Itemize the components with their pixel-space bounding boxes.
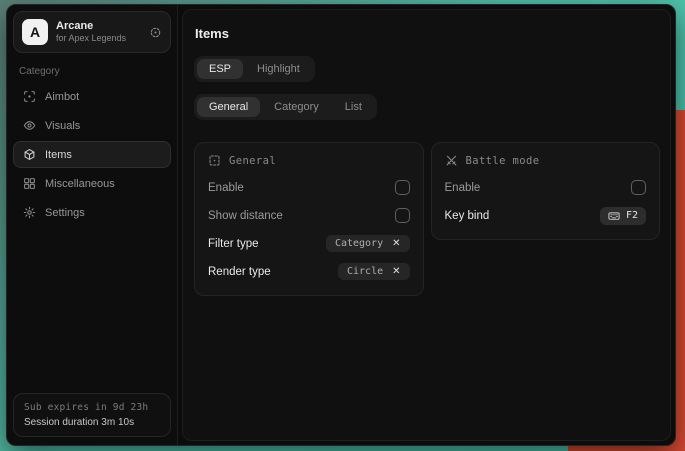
- setting-label: Enable: [445, 182, 481, 194]
- checkbox-enable[interactable]: [631, 180, 646, 195]
- sidebar-menu: Aimbot Visuals Items Miscellaneous Setti…: [13, 83, 171, 226]
- sub-expires-text: Sub expires in 9d 23h: [24, 402, 160, 413]
- brand-name: Arcane: [56, 20, 126, 33]
- mode-tabs: ESPHighlight: [194, 56, 315, 82]
- select-render-type[interactable]: Circle ✕: [338, 263, 410, 280]
- checkbox-show-distance[interactable]: [395, 208, 410, 223]
- x-icon[interactable]: ✕: [392, 239, 400, 249]
- keybind-button[interactable]: F2: [600, 207, 646, 225]
- sidebar-item-label: Settings: [45, 207, 85, 219]
- setting-label: Key bind: [445, 210, 490, 222]
- brand-subtitle: for Apex Legends: [56, 33, 126, 45]
- setting-row-show-distance: Show distance: [208, 203, 410, 228]
- panel-header: Battle mode: [445, 154, 647, 167]
- panel-battle-mode: Battle mode Enable Key bind F2: [431, 142, 661, 240]
- select-value: Category: [335, 238, 383, 249]
- brand-card: A Arcane for Apex Legends: [13, 11, 171, 53]
- sidebar-spacer: [13, 226, 171, 393]
- sidebar: A Arcane for Apex Legends Category Aimbo…: [7, 5, 178, 445]
- sidebar-item-label: Items: [45, 149, 72, 161]
- desktop-background: A Arcane for Apex Legends Category Aimbo…: [0, 0, 685, 451]
- tab-highlight[interactable]: Highlight: [245, 59, 312, 79]
- tab-list[interactable]: List: [333, 97, 374, 117]
- select-filter-type[interactable]: Category ✕: [326, 235, 410, 252]
- swords-icon: [445, 154, 458, 167]
- settings-panels: General Enable Show distance Filter type…: [194, 142, 660, 296]
- panel-title: Battle mode: [466, 155, 540, 167]
- panel-general: General Enable Show distance Filter type…: [194, 142, 424, 296]
- app-window: A Arcane for Apex Legends Category Aimbo…: [6, 4, 676, 446]
- crosshair-icon: [23, 90, 36, 103]
- setting-row-filter-type: Filter type Category ✕: [208, 231, 410, 256]
- sidebar-item-items[interactable]: Items: [13, 141, 171, 168]
- brand-text: Arcane for Apex Legends: [56, 20, 126, 45]
- setting-row-key-bind: Key bind F2: [445, 203, 647, 228]
- tab-esp[interactable]: ESP: [197, 59, 243, 79]
- box-icon: [23, 148, 36, 161]
- eye-icon: [23, 119, 36, 132]
- main-panel: Items ESPHighlight GeneralCategoryList G…: [182, 9, 671, 441]
- session-info-card: Sub expires in 9d 23h Session duration 3…: [13, 393, 171, 437]
- keybind-value: F2: [626, 210, 638, 221]
- panel-title: General: [229, 155, 276, 167]
- sidebar-item-label: Visuals: [45, 120, 80, 132]
- section-tabs: GeneralCategoryList: [194, 94, 377, 120]
- sidebar-item-visuals[interactable]: Visuals: [13, 112, 171, 139]
- page-title: Items: [195, 26, 660, 41]
- setting-row-enable: Enable: [208, 175, 410, 200]
- sidebar-item-aimbot[interactable]: Aimbot: [13, 83, 171, 110]
- panel-header: General: [208, 154, 410, 167]
- setting-row-enable: Enable: [445, 175, 647, 200]
- sidebar-item-label: Aimbot: [45, 91, 79, 103]
- scope-icon[interactable]: [149, 26, 162, 39]
- x-icon[interactable]: ✕: [392, 267, 400, 277]
- sidebar-item-miscellaneous[interactable]: Miscellaneous: [13, 170, 171, 197]
- setting-label: Show distance: [208, 210, 283, 222]
- setting-row-render-type: Render type Circle ✕: [208, 259, 410, 284]
- checkbox-enable[interactable]: [395, 180, 410, 195]
- grid-icon: [23, 177, 36, 190]
- frame-icon: [208, 154, 221, 167]
- gear-icon: [23, 206, 36, 219]
- tab-general[interactable]: General: [197, 97, 260, 117]
- brand-logo: A: [22, 19, 48, 45]
- category-label: Category: [19, 66, 165, 77]
- sidebar-item-settings[interactable]: Settings: [13, 199, 171, 226]
- select-value: Circle: [347, 266, 383, 277]
- setting-label: Filter type: [208, 238, 259, 250]
- setting-label: Render type: [208, 266, 271, 278]
- session-duration-text: Session duration 3m 10s: [24, 417, 160, 428]
- keyboard-icon: [608, 210, 620, 222]
- tab-category[interactable]: Category: [262, 97, 331, 117]
- sidebar-item-label: Miscellaneous: [45, 178, 115, 190]
- setting-label: Enable: [208, 182, 244, 194]
